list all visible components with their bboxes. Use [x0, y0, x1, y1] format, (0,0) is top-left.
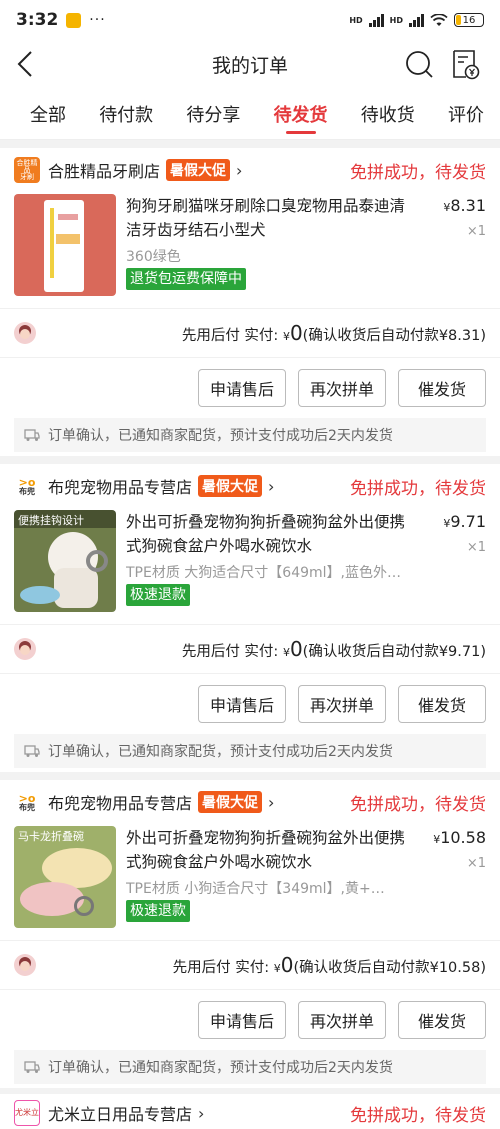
payment-row: 先用后付 实付: ¥0 (确认收货后自动付款¥8.31)	[0, 308, 500, 358]
wifi-icon	[430, 13, 448, 26]
more-notifications-icon: ···	[89, 12, 106, 28]
battery-icon: 16	[454, 13, 484, 27]
rebuy-button[interactable]: 再次拼单	[298, 1001, 386, 1039]
product-title: 外出可折叠宠物狗狗折叠碗狗盆外出便携式狗碗食盆户外喝水碗饮水	[126, 829, 406, 871]
nav-header: 我的订单	[0, 40, 500, 88]
product-title: 外出可折叠宠物狗狗折叠碗狗盆外出便携式狗碗食盆户外喝水碗饮水	[126, 513, 406, 555]
chevron-right-icon: ›	[236, 160, 243, 180]
fast-refund-badge: 极速退款	[126, 584, 190, 606]
avatar	[14, 638, 36, 660]
avatar	[14, 322, 36, 344]
order-actions: 申请售后 再次拼单 催发货	[0, 674, 500, 734]
payment-summary: 先用后付 实付: ¥0 (确认收货后自动付款¥8.31)	[181, 321, 486, 345]
order-status: 免拼成功，待发货	[350, 478, 486, 499]
urge-shipment-button[interactable]: 催发货	[398, 1001, 486, 1039]
tab-pending-receipt[interactable]: 待收货	[361, 88, 415, 140]
tab-all[interactable]: 全部	[30, 88, 66, 140]
promo-badge: 暑假大促	[198, 475, 263, 497]
product-quantity: ×1	[466, 224, 486, 239]
truck-icon	[24, 1061, 40, 1073]
app-notification-icon	[66, 12, 82, 28]
signal-icon	[368, 13, 384, 27]
promo-badge: 暑假大促	[166, 159, 231, 181]
back-arrow-icon[interactable]	[14, 50, 38, 78]
product-spec: TPE材质 大狗适合尺寸【649ml】,蓝色外…	[126, 565, 401, 581]
product-item[interactable]: 狗狗牙刷猫咪牙刷除口臭宠物用品泰迪清洁牙齿牙结石小型犬 360绿色 退货包运费保…	[0, 192, 500, 308]
chevron-right-icon: ›	[268, 792, 275, 812]
shop-logo: >o 布兜	[14, 473, 40, 499]
order-card: 合胜精品 牙刷 合胜精品牙刷店 暑假大促 › 免拼成功，待发货 狗狗牙刷猫咪牙刷除…	[0, 148, 500, 456]
apply-after-sale-button[interactable]: 申请售后	[198, 685, 286, 723]
notice-text: 订单确认，已通知商家配货，预计支付成功后2天内发货	[48, 428, 393, 444]
status-bar: 3:32 ··· HD HD 16	[0, 0, 500, 40]
urge-shipment-button[interactable]: 催发货	[398, 685, 486, 723]
avatar	[14, 954, 36, 976]
product-price: ¥9.71	[443, 512, 486, 531]
product-price: ¥8.31	[443, 196, 486, 215]
notice-text: 订单确认，已通知商家配货，预计支付成功后2天内发货	[48, 1060, 393, 1076]
rebuy-button[interactable]: 再次拼单	[298, 685, 386, 723]
shipping-notice[interactable]: 订单确认，已通知商家配货，预计支付成功后2天内发货	[14, 734, 486, 768]
product-item[interactable]: 便携挂钩设计 外出可折叠宠物狗狗折叠碗狗盆外出便携式狗碗食盆户外喝水碗饮水 TP…	[0, 508, 500, 624]
bill-yuan-icon[interactable]	[450, 48, 480, 80]
promo-badge: 暑假大促	[198, 791, 263, 813]
order-actions: 申请售后 再次拼单 催发货	[0, 358, 500, 418]
refund-guarantee-badge: 退货包运费保障中	[126, 268, 246, 290]
status-time: 3:32	[16, 10, 59, 30]
urge-shipment-button[interactable]: 催发货	[398, 369, 486, 407]
order-card: >o 布兜 布兜宠物用品专营店 暑假大促 › 免拼成功，待发货 马卡龙折叠碗 外出…	[0, 780, 500, 1088]
tab-review[interactable]: 评价	[448, 88, 484, 140]
payment-summary: 先用后付 实付: ¥0 (确认收货后自动付款¥9.71)	[181, 637, 486, 661]
order-status: 免拼成功，待发货	[350, 794, 486, 815]
chevron-right-icon: ›	[198, 1103, 205, 1123]
payment-row: 先用后付 实付: ¥0 (确认收货后自动付款¥9.71)	[0, 624, 500, 674]
shop-name: 合胜精品牙刷店	[48, 162, 161, 181]
fast-refund-badge: 极速退款	[126, 900, 190, 922]
payment-row: 先用后付 实付: ¥0 (确认收货后自动付款¥10.58)	[0, 940, 500, 990]
signal-icon	[409, 13, 424, 27]
apply-after-sale-button[interactable]: 申请售后	[198, 1001, 286, 1039]
order-status: 免拼成功，待发货	[350, 162, 486, 183]
notice-text: 订单确认，已通知商家配货，预计支付成功后2天内发货	[48, 744, 393, 760]
product-quantity: ×1	[466, 856, 486, 871]
tab-pending-shipment[interactable]: 待发货	[274, 88, 328, 140]
product-quantity: ×1	[466, 540, 486, 555]
apply-after-sale-button[interactable]: 申请售后	[198, 369, 286, 407]
order-card: 尤米立 尤米立日用品专营店 › 免拼成功，待发货	[0, 1094, 500, 1129]
order-tabs: 全部 待付款 待分享 待发货 待收货 评价	[0, 88, 500, 140]
truck-icon	[24, 429, 40, 441]
shop-header[interactable]: >o 布兜 布兜宠物用品专营店 暑假大促 › 免拼成功，待发货	[0, 780, 500, 824]
shop-name: 尤米立日用品专营店	[48, 1105, 193, 1124]
shop-logo: 合胜精品 牙刷	[14, 157, 40, 183]
hd-icon: HD	[349, 15, 363, 25]
truck-icon	[24, 745, 40, 757]
hd-icon: HD	[389, 15, 403, 25]
shop-header[interactable]: 合胜精品 牙刷 合胜精品牙刷店 暑假大促 › 免拼成功，待发货	[0, 148, 500, 192]
shipping-notice[interactable]: 订单确认，已通知商家配货，预计支付成功后2天内发货	[14, 1050, 486, 1084]
shop-logo: 尤米立	[14, 1100, 40, 1126]
rebuy-button[interactable]: 再次拼单	[298, 369, 386, 407]
shop-name: 布兜宠物用品专营店	[48, 794, 193, 813]
order-card: >o 布兜 布兜宠物用品专营店 暑假大促 › 免拼成功，待发货 便携挂钩设计 外出…	[0, 464, 500, 772]
shop-logo: >o 布兜	[14, 789, 40, 815]
product-title: 狗狗牙刷猫咪牙刷除口臭宠物用品泰迪清洁牙齿牙结石小型犬	[126, 197, 406, 239]
product-image: 马卡龙折叠碗	[14, 826, 116, 928]
shop-name: 布兜宠物用品专营店	[48, 478, 193, 497]
tab-pending-share[interactable]: 待分享	[186, 88, 240, 140]
product-spec: 360绿色	[126, 249, 181, 265]
order-actions: 申请售后 再次拼单 催发货	[0, 990, 500, 1050]
product-image	[14, 194, 116, 296]
payment-summary: 先用后付 实付: ¥0 (确认收货后自动付款¥10.58)	[172, 953, 486, 977]
shipping-notice[interactable]: 订单确认，已通知商家配货，预计支付成功后2天内发货	[14, 418, 486, 452]
search-icon[interactable]	[404, 49, 434, 79]
product-item[interactable]: 马卡龙折叠碗 外出可折叠宠物狗狗折叠碗狗盆外出便携式狗碗食盆户外喝水碗饮水 TP…	[0, 824, 500, 940]
product-price: ¥10.58	[433, 828, 486, 847]
product-spec: TPE材质 小狗适合尺寸【349ml】,黄+…	[126, 881, 385, 897]
chevron-right-icon: ›	[268, 476, 275, 496]
tab-pending-payment[interactable]: 待付款	[99, 88, 153, 140]
shop-header[interactable]: 尤米立 尤米立日用品专营店 › 免拼成功，待发货	[0, 1094, 500, 1129]
order-status: 免拼成功，待发货	[350, 1105, 486, 1126]
product-image: 便携挂钩设计	[14, 510, 116, 612]
shop-header[interactable]: >o 布兜 布兜宠物用品专营店 暑假大促 › 免拼成功，待发货	[0, 464, 500, 508]
